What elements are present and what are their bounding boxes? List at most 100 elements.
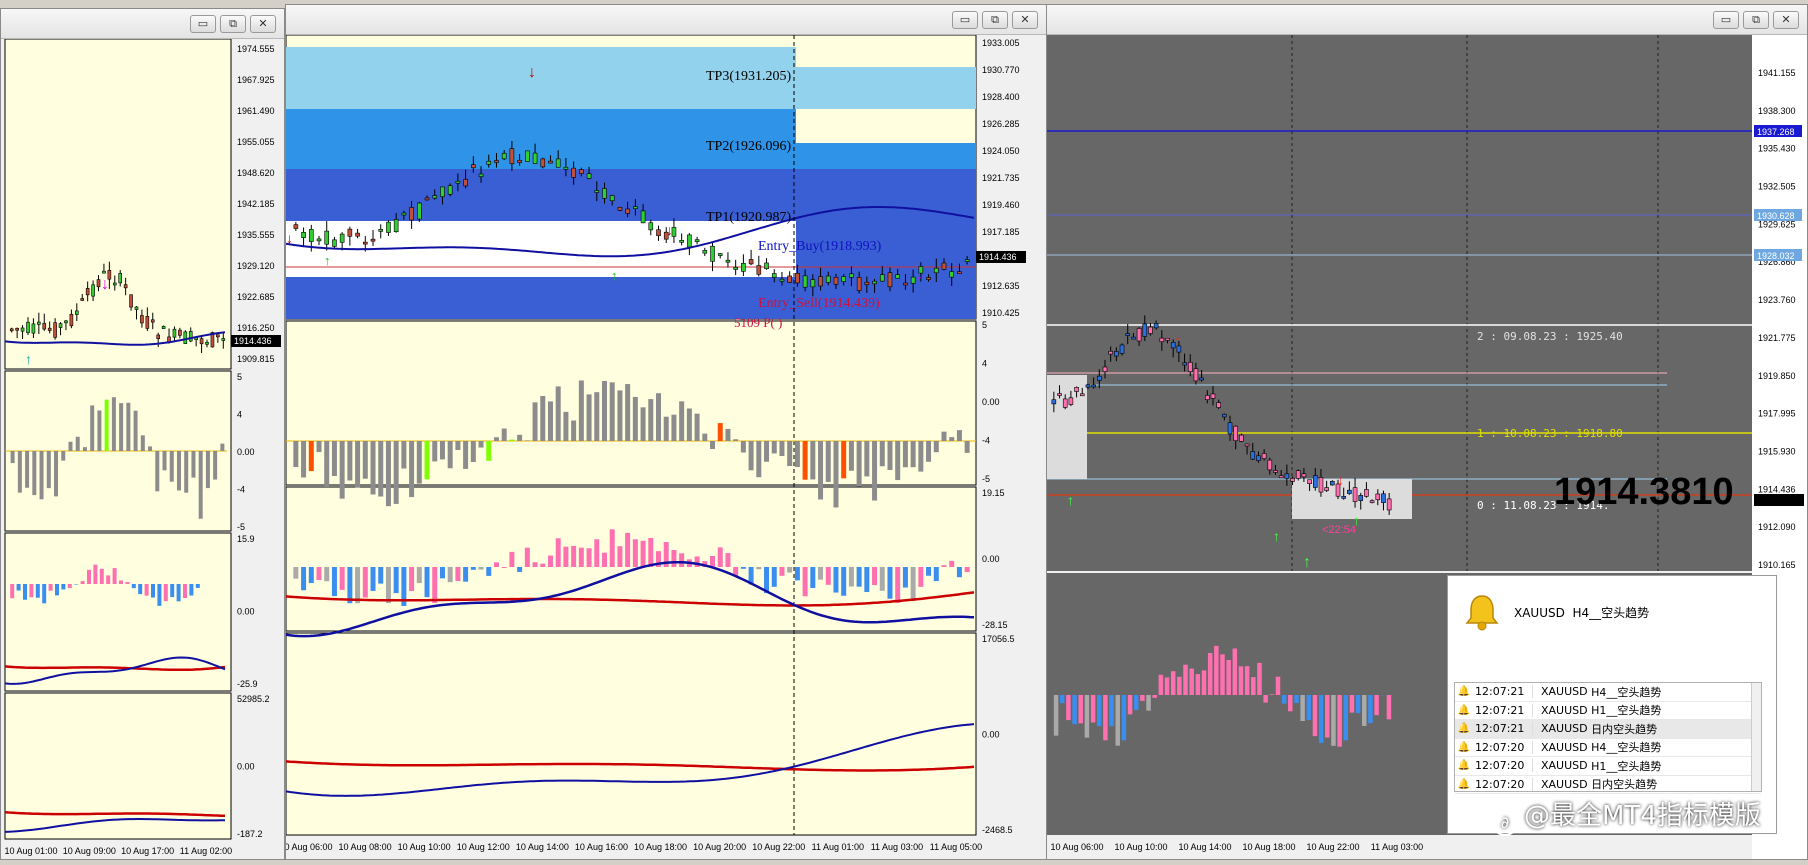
candle-body	[455, 180, 461, 184]
histogram-bar	[648, 537, 654, 567]
candle-body	[1085, 384, 1091, 388]
candle-body	[1261, 453, 1267, 459]
histogram-bar	[818, 567, 824, 580]
histogram-bar	[90, 405, 95, 451]
restore-icon[interactable]: ⧉	[220, 15, 246, 33]
list-item[interactable]: 🔔 12:07:20 XAUUSD H4__空头趋势	[1455, 739, 1761, 757]
minimize-icon[interactable]: ▭	[190, 15, 216, 33]
tp1-zone	[286, 169, 976, 221]
candle-body	[1250, 451, 1256, 460]
alert-time: 12:07:21	[1473, 685, 1533, 699]
price-tick: 1909.815	[237, 354, 275, 364]
indicator-tick: -2468.5	[982, 825, 1013, 835]
candle-body	[501, 152, 507, 160]
histogram-bar	[787, 567, 793, 573]
price-tick: 1942.185	[237, 199, 275, 209]
histogram-bar	[370, 441, 376, 495]
histogram-bar	[794, 567, 800, 581]
candle-body	[1347, 489, 1352, 494]
watermark: ∂ @最全MT4指标模版	[1492, 795, 1761, 836]
list-item[interactable]: 🔔 12:07:20 XAUUSD H1__空头趋势	[1455, 757, 1761, 776]
candle-body	[293, 224, 299, 229]
indicator-tick: 5	[237, 372, 242, 382]
histogram-bar	[301, 567, 307, 591]
candle-body	[694, 239, 700, 242]
histogram-bar	[432, 567, 438, 603]
histogram-bar	[547, 401, 553, 441]
candle-body	[1278, 475, 1284, 479]
candle-body	[517, 159, 522, 163]
time-tick: 10 Aug 14:00	[1178, 842, 1231, 852]
alert-scrollbar[interactable]	[1751, 683, 1761, 791]
histogram-bar	[1331, 695, 1336, 746]
price-tick: 1919.850	[1758, 371, 1796, 381]
time-tick: 11 Aug 03:00	[871, 842, 923, 852]
middle-chart-canvas[interactable]: TP3(1931.205) TP2(1926.096) TP1(1920.987) E…	[286, 35, 1046, 859]
price-tick: 1922.685	[237, 292, 275, 302]
alert-list[interactable]: 🔔 12:07:21 XAUUSD H4__空头趋势 🔔 12:07:21 XAUUSD…	[1454, 682, 1762, 794]
candle-body	[764, 262, 769, 270]
list-item[interactable]: 🔔 12:07:21 XAUUSD H4__空头趋势	[1455, 683, 1761, 702]
right-window-titlebar[interactable]: ▭ ⧉ ✕	[1047, 5, 1807, 35]
indicator-tick: 0.00	[237, 447, 255, 457]
candle-body	[910, 276, 916, 284]
candle-body	[31, 323, 36, 334]
left-chart-canvas[interactable]: ↓ ↑ 1974.555 1967.925 1961.490 1955.055 1948.6…	[1, 39, 284, 859]
candle-body	[964, 259, 970, 262]
middle-window-titlebar[interactable]: ▭ ⧉ ✕	[286, 5, 1046, 35]
buy-arrow-icon: ↑	[1273, 528, 1280, 544]
histogram-bar	[68, 441, 73, 451]
candle-body	[602, 188, 607, 199]
histogram-bar	[378, 441, 384, 497]
list-item[interactable]: 🔔 12:07:21 XAUUSD H1__空头趋势	[1455, 702, 1761, 720]
minimize-icon[interactable]: ▭	[1713, 11, 1739, 29]
histogram-bar	[648, 399, 654, 441]
buy-arrow-icon: ↑	[1303, 554, 1311, 571]
minimize-icon[interactable]: ▭	[952, 11, 978, 29]
candle-body	[849, 273, 854, 278]
histogram-bar	[625, 384, 631, 441]
histogram-bar	[1288, 695, 1293, 712]
left-window-titlebar[interactable]: ▭ ⧉ ✕	[1, 9, 284, 39]
histogram-bar	[833, 441, 839, 508]
histogram-bar	[887, 441, 893, 470]
price-tick: 1910.425	[982, 308, 1020, 318]
histogram-bar	[540, 563, 546, 567]
histogram-bar	[416, 567, 422, 584]
histogram-bar	[1251, 677, 1256, 695]
histogram-bar	[362, 567, 368, 598]
indicator-tick: 19.15	[982, 488, 1005, 498]
candle-body	[58, 323, 63, 328]
histogram-bar	[501, 428, 507, 441]
histogram-bar	[316, 567, 322, 581]
histogram-bar	[1312, 695, 1318, 737]
price-tick: 1921.775	[1758, 333, 1796, 343]
candle-body	[1108, 351, 1113, 355]
histogram-bar	[517, 434, 523, 441]
restore-icon[interactable]: ⧉	[982, 11, 1008, 29]
histogram-bar	[75, 436, 80, 451]
histogram-bar	[632, 539, 638, 567]
histogram-bar	[555, 538, 561, 567]
histogram-bar	[663, 416, 669, 441]
level-price-text: 1928.032	[1757, 251, 1795, 261]
close-icon[interactable]: ✕	[1012, 11, 1038, 29]
candle-body	[75, 310, 79, 315]
candle-body	[123, 284, 128, 289]
list-item[interactable]: 🔔 12:07:21 XAUUSD 日内空头趋势	[1455, 720, 1761, 739]
indicator-tick: 4	[982, 359, 987, 369]
list-item[interactable]: 🔔 12:07:20 XAUUSD 日内空头趋势	[1455, 776, 1761, 794]
histogram-bar	[1355, 695, 1361, 714]
restore-icon[interactable]: ⧉	[1743, 11, 1769, 29]
candle-body	[47, 327, 52, 331]
candle-body	[118, 273, 123, 284]
histogram-bar	[385, 567, 391, 604]
histogram-bar	[887, 567, 893, 599]
entry-sell-label: Entry_Sell(1914.439)	[758, 296, 880, 311]
close-icon[interactable]: ✕	[250, 15, 276, 33]
close-icon[interactable]: ✕	[1773, 11, 1799, 29]
candle-body	[161, 325, 166, 329]
histogram-bar	[198, 451, 203, 519]
histogram-bar	[710, 441, 716, 450]
histogram-bar	[339, 567, 345, 590]
